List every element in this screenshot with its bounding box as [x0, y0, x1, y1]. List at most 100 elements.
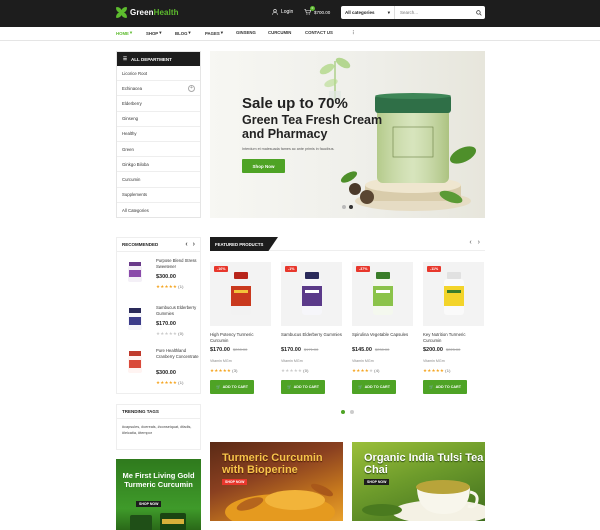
- add-to-cart-button[interactable]: 🛒 ADD TO CART: [423, 380, 467, 394]
- logo[interactable]: GreenHealth: [116, 7, 179, 18]
- add-to-cart-button[interactable]: 🛒 ADD TO CART: [210, 380, 254, 394]
- sidebar-item-ginkgo[interactable]: Ginkgo Biloba: [117, 157, 200, 173]
- recommended-item[interactable]: Sambucus Elderberry Gummies $170.00 ★★★★…: [121, 305, 201, 345]
- slider-dot-active[interactable]: [349, 205, 353, 209]
- recommended-header: RECOMMENDED ‹ ›: [117, 238, 200, 252]
- promo-banner-tulsi-tea[interactable]: Organic India Tulsi Tea Chai SHOP NOW: [352, 442, 485, 521]
- product-card[interactable]: -1% Sambucus Elderberry Gummies $170.00 $…: [281, 262, 342, 398]
- recommended-item[interactable]: Purpose Blend Stress Sweetener $300.00 ★…: [121, 258, 201, 298]
- login-link[interactable]: Login: [272, 9, 293, 15]
- product-brand: Vitamin MGm: [281, 359, 303, 363]
- product-name[interactable]: Purpose Blend Stress Sweetener: [156, 258, 201, 269]
- product-card[interactable]: -16% High Potency Turmeric Curcumin $170…: [210, 262, 271, 398]
- chevron-down-icon: ▾: [220, 30, 223, 35]
- sidebar-item-label: Supplements: [122, 192, 148, 198]
- rating-stars: ★★★★★(1): [423, 368, 451, 373]
- product-image[interactable]: -11%: [423, 262, 484, 326]
- banner-shop-button[interactable]: SHOP NOW: [364, 479, 390, 485]
- chevron-left-icon[interactable]: ‹: [185, 241, 187, 248]
- recommended-panel: RECOMMENDED ‹ › Purpose Blend Stress Swee…: [116, 237, 201, 394]
- product-price: $145.00 $230.00: [352, 347, 389, 353]
- sidebar-item-supplements[interactable]: Supplements: [117, 188, 200, 203]
- cart-icon: 🛒: [216, 385, 221, 389]
- sidebar-item-curcumin[interactable]: Curcumin: [117, 172, 200, 188]
- pagination-dot-active[interactable]: [341, 410, 345, 414]
- nav-ginseng-label: GINSENG: [236, 30, 256, 35]
- sidebar-item-green[interactable]: Green: [117, 142, 200, 158]
- add-to-cart-label: ADD TO CART: [293, 385, 319, 389]
- chevron-right-icon[interactable]: ›: [193, 241, 195, 248]
- rating-count: (0): [178, 331, 184, 336]
- nav-blog[interactable]: BLOG ▾: [175, 30, 191, 36]
- leaf-logo-icon: [116, 7, 127, 18]
- cart-button[interactable]: 0 $700.00: [304, 6, 330, 15]
- department-title: ALL DEPARTMENT: [131, 56, 172, 62]
- product-name[interactable]: Pure Healthland Cranberry Concentrate: [156, 348, 201, 359]
- product-image[interactable]: -37%: [352, 262, 413, 326]
- promo-banner-turmeric-gold[interactable]: Me First Living Gold Turmeric Curcumin S…: [116, 459, 201, 530]
- promo-banner-turmeric-bioperine[interactable]: Turmeric Curcumin with Bioperine SHOP NO…: [210, 442, 343, 521]
- chevron-left-icon[interactable]: ‹: [469, 239, 471, 246]
- nav-contact[interactable]: CONTACT US: [305, 30, 333, 35]
- menu-icon: ☰: [123, 56, 128, 61]
- sidebar-item-label: Echinacea: [122, 85, 143, 91]
- product-brand: Vitamin MGm: [352, 359, 374, 363]
- sidebar-item-echinacea[interactable]: Echinacea +: [117, 81, 200, 97]
- nav-curcumin[interactable]: CURCUMIN: [268, 30, 291, 35]
- department-header[interactable]: ☰ ALL DEPARTMENT: [117, 52, 200, 66]
- product-image[interactable]: -1%: [281, 262, 342, 326]
- sidebar-item-licorice[interactable]: Licorice Root: [117, 66, 200, 82]
- nav-shop-label: SHOP: [146, 30, 159, 36]
- product-name[interactable]: Sambucus Elderberry Gummies: [281, 332, 342, 338]
- search-input[interactable]: [395, 6, 473, 19]
- expand-icon[interactable]: +: [188, 84, 195, 92]
- hero-button-label: Shop Now: [252, 163, 275, 169]
- product-card[interactable]: -37% Spirulina Vegetable Capsules $145.0…: [352, 262, 413, 398]
- nav-shop[interactable]: SHOP ▾: [146, 30, 161, 36]
- product-name[interactable]: Sambucus Elderberry Gummies: [156, 305, 201, 316]
- product-name[interactable]: Key Nutrition Turmeric Curcumin: [423, 332, 484, 343]
- hero-shop-now-button[interactable]: Shop Now: [242, 159, 285, 173]
- search-category-select[interactable]: All categories ▾: [341, 6, 395, 19]
- vertical-dots-icon[interactable]: ⋮: [351, 30, 355, 36]
- sidebar-item-all[interactable]: All Categories: [117, 203, 200, 218]
- banner-shop-button[interactable]: SHOP NOW: [222, 479, 248, 485]
- search-icon[interactable]: [473, 9, 485, 16]
- current-price: $145.00: [352, 347, 372, 353]
- banner-title: Organic India Tulsi Tea Chai: [364, 452, 484, 476]
- nav-blog-label: BLOG: [175, 30, 188, 36]
- top-bar: GreenHealth Login 0 $700.00 All categori…: [0, 0, 600, 27]
- hero-headline: Sale up to 70%: [242, 95, 348, 112]
- product-card[interactable]: -11% Key Nutrition Turmeric Curcumin $20…: [423, 262, 484, 398]
- product-image[interactable]: -16%: [210, 262, 271, 326]
- cart-icon: 🛒: [287, 385, 292, 389]
- discount-badge: -1%: [285, 266, 298, 272]
- product-brand: Vitamin MGm: [210, 359, 232, 363]
- product-name[interactable]: Spirulina Vegetable Capsules: [352, 332, 413, 338]
- sidebar-item-label: Healthy: [122, 131, 137, 137]
- rating-count: (1): [178, 380, 184, 385]
- sidebar-item-ginseng[interactable]: Ginseng: [117, 112, 200, 127]
- add-to-cart-button[interactable]: 🛒 ADD TO CART: [352, 380, 396, 394]
- sidebar-item-elderberry[interactable]: Elderberry: [117, 96, 200, 112]
- tag-list[interactable]: #capsules, #cereals, #conseiquat, #fadis…: [117, 419, 200, 441]
- product-name[interactable]: High Potency Turmeric Curcumin: [210, 332, 271, 343]
- banner-shop-button[interactable]: SHOP NOW: [136, 501, 162, 507]
- sidebar-item-healthy[interactable]: Healthy: [117, 127, 200, 142]
- chevron-down-icon: ▾: [159, 30, 162, 35]
- product-price: $170.00 $171.00: [281, 347, 318, 353]
- nav-pages[interactable]: PAGES ▾: [205, 30, 223, 36]
- add-to-cart-button[interactable]: 🛒 ADD TO CART: [281, 380, 325, 394]
- nav-home[interactable]: HOME ▾: [116, 30, 132, 36]
- slider-dot[interactable]: [342, 205, 346, 209]
- sidebar-item-label: Elderberry: [122, 100, 142, 106]
- recommended-item[interactable]: Pure Healthland Cranberry Concentrate $3…: [121, 348, 201, 388]
- nav-ginseng[interactable]: GINSENG: [236, 30, 256, 35]
- product-pagination: [341, 410, 354, 414]
- sidebar-item-label: Ginkgo Biloba: [122, 161, 149, 167]
- cart-icon: 🛒: [429, 385, 434, 389]
- rating-stars: ★★★★★(1): [156, 380, 184, 385]
- chevron-right-icon[interactable]: ›: [478, 239, 480, 246]
- logo-text-a: Green: [130, 8, 154, 17]
- pagination-dot[interactable]: [350, 410, 354, 414]
